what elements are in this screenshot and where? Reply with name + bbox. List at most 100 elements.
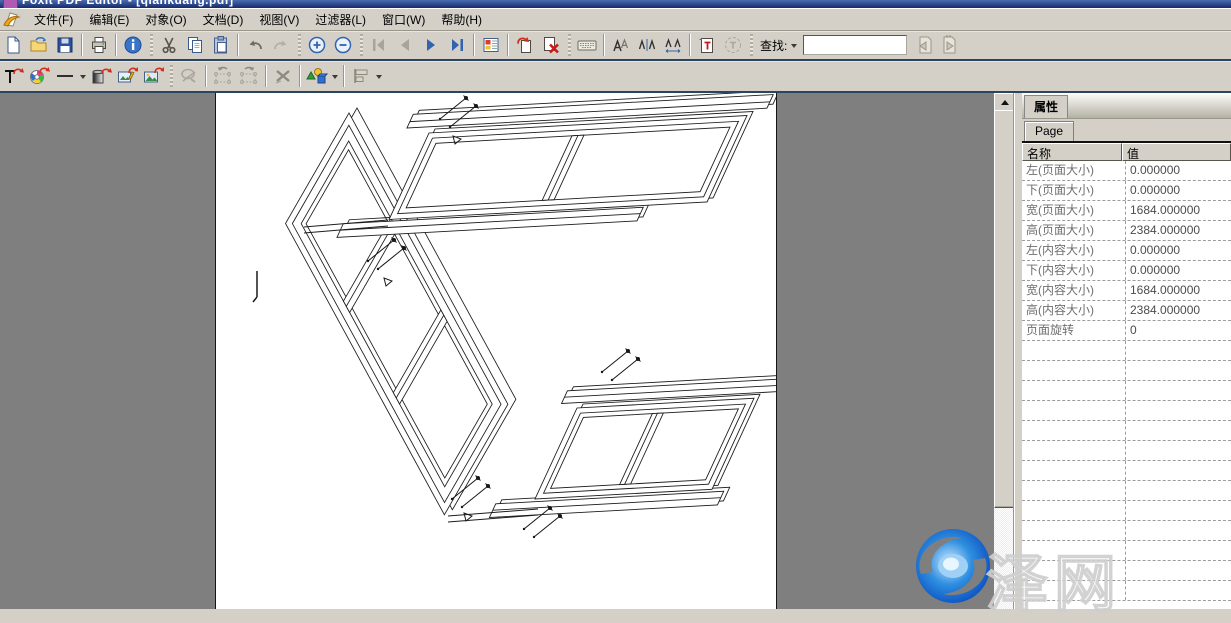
find-previous-button[interactable] — [911, 33, 937, 57]
document-page[interactable] — [215, 93, 777, 609]
property-value[interactable]: 1684.000000 — [1126, 201, 1231, 220]
rotate-selection-left-button[interactable] — [210, 64, 236, 88]
print-button[interactable] — [86, 33, 112, 57]
property-value[interactable]: 0.000000 — [1126, 161, 1231, 180]
property-value[interactable]: 0.000000 — [1126, 241, 1231, 260]
toolbar-grip[interactable] — [170, 65, 173, 87]
rotate-page-icon — [515, 35, 535, 55]
menu-window[interactable]: 窗口(W) — [374, 9, 433, 30]
property-row[interactable]: 下(内容大小)0.000000 — [1022, 261, 1231, 281]
property-row-empty — [1022, 481, 1231, 501]
toolbar-grip[interactable] — [150, 34, 153, 56]
document-app-icon[interactable] — [2, 10, 22, 28]
property-row[interactable]: 高(页面大小)2384.000000 — [1022, 221, 1231, 241]
first-page-button[interactable] — [366, 33, 392, 57]
toolbar-grip[interactable] — [750, 34, 753, 56]
insert-shapes-button[interactable] — [304, 64, 330, 88]
menu-file[interactable]: 文件(F) — [26, 9, 81, 30]
tab-page[interactable]: Page — [1024, 121, 1074, 141]
toolbar-separator — [81, 34, 83, 56]
copy-icon — [185, 35, 205, 55]
erase-tool-button[interactable] — [176, 64, 202, 88]
property-grid: 左(页面大小)0.000000 下(页面大小)0.000000 宽(页面大小)1… — [1022, 161, 1231, 609]
column-value: 值 — [1122, 143, 1231, 161]
text-direction-button[interactable] — [720, 33, 746, 57]
property-row[interactable]: 高(内容大小)2384.000000 — [1022, 301, 1231, 321]
delete-object-button[interactable] — [270, 64, 296, 88]
edit-image-icon — [116, 65, 138, 87]
property-value[interactable]: 0 — [1126, 321, 1231, 340]
toolbar-grip[interactable] — [298, 34, 301, 56]
find-next-button[interactable] — [937, 33, 963, 57]
next-page-button[interactable] — [418, 33, 444, 57]
menu-object[interactable]: 对象(O) — [137, 9, 194, 30]
add-text-object-button[interactable] — [0, 64, 26, 88]
toolbar-grip[interactable] — [360, 34, 363, 56]
property-grid-header: 名称 值 — [1022, 143, 1231, 161]
delete-page-button[interactable] — [538, 33, 564, 57]
save-button[interactable] — [52, 33, 78, 57]
paste-button[interactable] — [208, 33, 234, 57]
zoom-out-button[interactable] — [330, 33, 356, 57]
property-row[interactable]: 左(内容大小)0.000000 — [1022, 241, 1231, 261]
toolbar-grip[interactable] — [568, 34, 571, 56]
previous-page-button[interactable] — [392, 33, 418, 57]
tab-properties[interactable]: 属性 — [1024, 95, 1068, 118]
copy-button[interactable] — [182, 33, 208, 57]
new-document-button[interactable] — [0, 33, 26, 57]
property-row[interactable]: 宽(页面大小)1684.000000 — [1022, 201, 1231, 221]
line-style-button[interactable] — [52, 64, 78, 88]
property-row[interactable]: 左(页面大小)0.000000 — [1022, 161, 1231, 181]
add-text-icon — [697, 35, 717, 55]
edit-image-button[interactable] — [114, 64, 140, 88]
virtual-keyboard-button[interactable] — [574, 33, 600, 57]
menu-view[interactable]: 视图(V) — [251, 9, 307, 30]
property-row[interactable]: 下(页面大小)0.000000 — [1022, 181, 1231, 201]
cad-drawing — [216, 93, 776, 609]
redo-button[interactable] — [268, 33, 294, 57]
property-value[interactable]: 0.000000 — [1126, 181, 1231, 200]
find-input[interactable] — [803, 35, 907, 55]
last-page-button[interactable] — [444, 33, 470, 57]
line-style-dropdown[interactable] — [78, 65, 88, 87]
add-color-object-button[interactable] — [26, 64, 52, 88]
add-shading-button[interactable] — [88, 64, 114, 88]
scrollbar-thumb[interactable] — [994, 110, 1015, 508]
property-value[interactable]: 0.000000 — [1126, 261, 1231, 280]
app-icon[interactable] — [3, 0, 18, 8]
rotate-selection-right-button[interactable] — [236, 64, 262, 88]
property-row[interactable]: 宽(内容大小)1684.000000 — [1022, 281, 1231, 301]
property-row[interactable]: 页面旋转0 — [1022, 321, 1231, 341]
font-button[interactable] — [608, 33, 634, 57]
property-value[interactable]: 1684.000000 — [1126, 281, 1231, 300]
shapes-dropdown[interactable] — [330, 65, 340, 87]
menu-edit[interactable]: 编辑(E) — [81, 9, 137, 30]
undo-button[interactable] — [242, 33, 268, 57]
add-image-button[interactable] — [140, 64, 166, 88]
find-options-dropdown[interactable] — [789, 34, 799, 56]
open-folder-icon — [29, 35, 49, 55]
align-objects-button[interactable] — [348, 64, 374, 88]
document-info-button[interactable] — [120, 33, 146, 57]
property-value[interactable]: 2384.000000 — [1126, 221, 1231, 240]
page-thumbnails-button[interactable] — [478, 33, 504, 57]
next-page-icon — [421, 35, 441, 55]
add-text-button[interactable] — [694, 33, 720, 57]
rotate-page-button[interactable] — [512, 33, 538, 57]
text-cursor — [253, 271, 257, 302]
shapes-icon — [305, 65, 329, 87]
zoom-in-button[interactable] — [304, 33, 330, 57]
align-dropdown[interactable] — [374, 65, 384, 87]
property-value[interactable]: 2384.000000 — [1126, 301, 1231, 320]
menu-filter[interactable]: 过滤器(L) — [307, 9, 374, 30]
info-icon — [123, 35, 143, 55]
menu-help[interactable]: 帮助(H) — [433, 9, 490, 30]
menu-document[interactable]: 文档(D) — [195, 9, 252, 30]
vertical-scrollbar[interactable] — [994, 93, 1013, 609]
cut-button[interactable] — [156, 33, 182, 57]
horizontal-scale-button[interactable] — [660, 33, 686, 57]
letter-spacing-button[interactable] — [634, 33, 660, 57]
redo-icon — [271, 35, 291, 55]
open-file-button[interactable] — [26, 33, 52, 57]
toolbar-separator — [265, 65, 267, 87]
